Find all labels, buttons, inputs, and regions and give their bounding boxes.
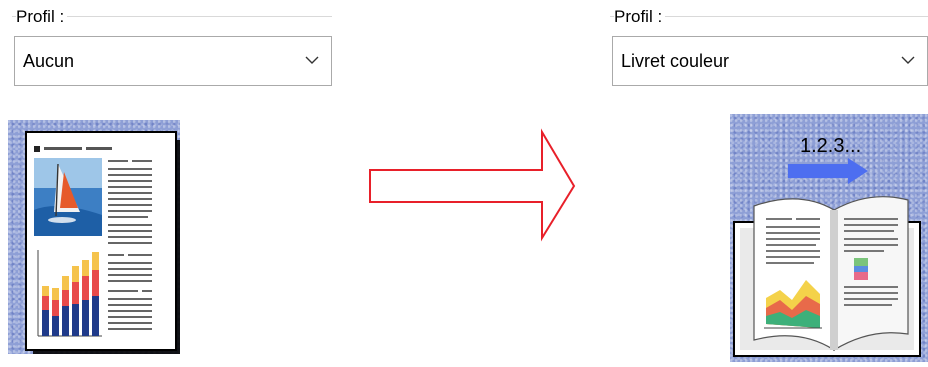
document-illustration bbox=[25, 131, 183, 360]
booklet-caption: 1.2.3... bbox=[800, 135, 861, 157]
single-page-document-icon bbox=[8, 120, 183, 360]
profile-select-value: Livret couleur bbox=[621, 50, 730, 71]
chevron-down-icon bbox=[305, 56, 319, 64]
profile-select-value: Aucun bbox=[23, 50, 75, 71]
chevron-down-icon bbox=[901, 56, 915, 64]
booklet-icon: 1.2.3... bbox=[730, 114, 928, 362]
profile-label: Profil : bbox=[16, 6, 68, 28]
right-arrow-outline-icon bbox=[369, 128, 576, 242]
profile-group-right: Profil : Livret couleur bbox=[610, 6, 928, 90]
profile-group-left: Profil : Aucun bbox=[12, 6, 332, 90]
booklet-illustration: 1.2.3... bbox=[733, 135, 921, 357]
profile-label: Profil : bbox=[614, 6, 666, 28]
profile-select[interactable]: Aucun bbox=[14, 36, 332, 86]
profile-select[interactable]: Livret couleur bbox=[612, 36, 928, 86]
